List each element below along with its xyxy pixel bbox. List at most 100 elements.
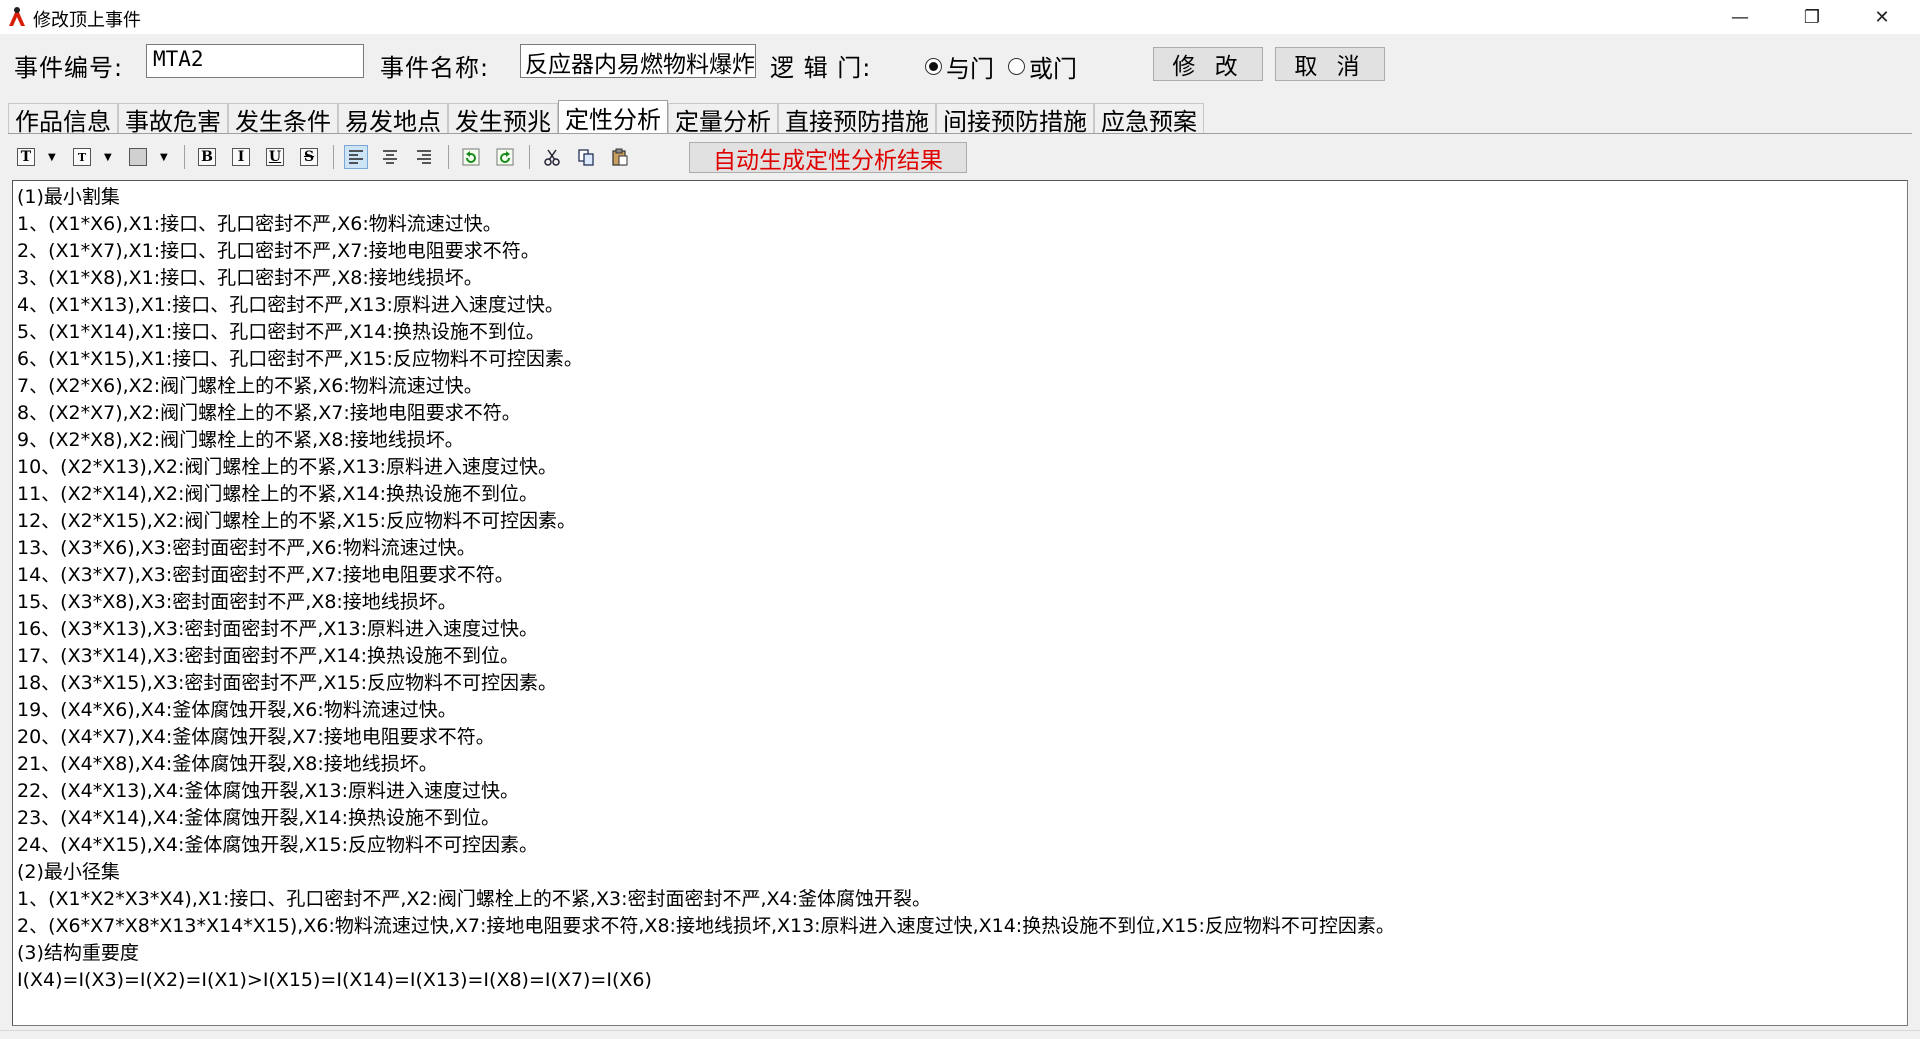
cut-icon	[544, 149, 560, 166]
editor-line: 10、(X2*X13),X2:阀门螺栓上的不紧,X13:原料进入速度过快。	[17, 456, 557, 478]
logic-gate-label: 逻 辑 门:	[770, 54, 872, 82]
copy-button[interactable]	[574, 145, 598, 169]
strikethrough-button[interactable]: S	[297, 145, 321, 169]
editor-line: 5、(X1*X14),X1:接口、孔口密封不严,X14:换热设施不到位。	[17, 321, 545, 343]
maximize-button[interactable]: ❐	[1782, 0, 1842, 34]
bold-icon: B	[198, 148, 216, 166]
cut-button[interactable]	[540, 145, 564, 169]
editor-line: 11、(X2*X14),X2:阀门螺栓上的不紧,X14:换热设施不到位。	[17, 483, 538, 505]
gate-or-label: 或门	[1029, 55, 1077, 83]
align-center-button[interactable]	[378, 145, 402, 169]
format-toolbar: T ▼ T ▼ ▼ B I U S	[14, 143, 642, 171]
cancel-button[interactable]: 取 消	[1275, 47, 1385, 81]
editor-line: 16、(X3*X13),X3:密封面密封不严,X13:原料进入速度过快。	[17, 618, 538, 640]
tab-indirect-prevention[interactable]: 间接预防措施	[936, 103, 1094, 136]
radio-selected-icon	[925, 58, 942, 75]
tab-quantitative-analysis[interactable]: 定量分析	[668, 103, 778, 136]
radio-unselected-icon	[1008, 58, 1025, 75]
tab-conditions[interactable]: 发生条件	[228, 103, 338, 136]
undo-button[interactable]	[459, 145, 483, 169]
fill-color-dropdown-icon[interactable]: ▼	[160, 152, 172, 163]
maximize-icon: ❐	[1803, 6, 1821, 28]
editor-line: 4、(X1*X13),X1:接口、孔口密封不严,X13:原料进入速度过快。	[17, 294, 564, 316]
tab-qualitative-analysis[interactable]: 定性分析	[558, 100, 668, 134]
editor-line: 8、(X2*X7),X2:阀门螺栓上的不紧,X7:接地电阻要求不符。	[17, 402, 521, 424]
editor-line: 14、(X3*X7),X3:密封面密封不严,X7:接地电阻要求不符。	[17, 564, 514, 586]
align-right-icon	[417, 150, 431, 164]
editor-line: 23、(X4*X14),X4:釜体腐蚀开裂,X14:换热设施不到位。	[17, 807, 500, 829]
toolbar-separator	[448, 145, 449, 169]
editor-line: 13、(X3*X6),X3:密封面密封不严,X6:物料流速过快。	[17, 537, 476, 559]
editor-line: I(X4)=I(X3)=I(X2)=I(X1)>I(X15)=I(X14)=I(…	[17, 969, 652, 991]
event-no-field[interactable]: MTA2	[146, 44, 364, 78]
analysis-text-editor[interactable]: (1)最小割集 1、(X1*X6),X1:接口、孔口密封不严,X6:物料流速过快。…	[12, 180, 1908, 1026]
editor-line: 9、(X2*X8),X2:阀门螺栓上的不紧,X8:接地线损坏。	[17, 429, 464, 451]
tab-divider	[8, 133, 1912, 134]
editor-line: 1、(X1*X6),X1:接口、孔口密封不严,X6:物料流速过快。	[17, 213, 502, 235]
gate-and-label: 与门	[946, 55, 994, 83]
close-icon: ✕	[1874, 6, 1890, 28]
tab-emergency-plan[interactable]: 应急预案	[1094, 103, 1204, 136]
editor-line: 2、(X1*X7),X1:接口、孔口密封不严,X7:接地电阻要求不符。	[17, 240, 540, 262]
redo-icon	[496, 148, 514, 166]
event-name-field[interactable]: 反应器内易燃物料爆炸	[520, 44, 756, 78]
undo-icon	[462, 148, 480, 166]
editor-line: 6、(X1*X15),X1:接口、孔口密封不严,X15:反应物料不可控因素。	[17, 348, 583, 370]
fill-color-button[interactable]	[126, 145, 150, 169]
editor-line: 15、(X3*X8),X3:密封面密封不严,X8:接地线损坏。	[17, 591, 457, 613]
paste-icon	[612, 148, 628, 166]
font-icon: T	[17, 148, 35, 166]
paste-button[interactable]	[608, 145, 632, 169]
editor-line: 7、(X2*X6),X2:阀门螺栓上的不紧,X6:物料流速过快。	[17, 375, 483, 397]
tab-direct-prevention[interactable]: 直接预防措施	[778, 103, 936, 136]
fill-color-icon	[129, 148, 147, 166]
copy-icon	[578, 149, 594, 166]
strikethrough-icon: S	[300, 148, 318, 166]
toolbar-separator	[529, 145, 530, 169]
align-left-button[interactable]	[344, 145, 368, 169]
editor-line: 2、(X6*X7*X8*X13*X14*X15),X6:物料流速过快,X7:接地…	[17, 915, 1395, 937]
close-button[interactable]: ✕	[1852, 0, 1912, 34]
minimize-button[interactable]: —	[1710, 0, 1770, 34]
tab-precursors[interactable]: 发生预兆	[448, 103, 558, 136]
italic-icon: I	[232, 148, 250, 166]
event-no-label: 事件编号:	[14, 54, 124, 82]
editor-line: (3)结构重要度	[17, 942, 139, 964]
toolbar-separator	[333, 145, 334, 169]
gate-or-radio[interactable]: 或门	[1008, 49, 1077, 84]
align-left-icon	[349, 150, 363, 164]
minimize-icon: —	[1731, 6, 1749, 28]
modify-button[interactable]: 修 改	[1153, 47, 1263, 81]
redo-button[interactable]	[493, 145, 517, 169]
tab-locations[interactable]: 易发地点	[338, 103, 448, 136]
gate-and-radio[interactable]: 与门	[925, 49, 994, 84]
app-icon	[9, 7, 25, 26]
window-title: 修改顶上事件	[33, 10, 141, 31]
align-center-icon	[383, 150, 397, 164]
font-button[interactable]: T	[14, 145, 38, 169]
editor-line: 20、(X4*X7),X4:釜体腐蚀开裂,X7:接地电阻要求不符。	[17, 726, 495, 748]
editor-line: 21、(X4*X8),X4:釜体腐蚀开裂,X8:接地线损坏。	[17, 753, 438, 775]
bold-button[interactable]: B	[195, 145, 219, 169]
align-right-button[interactable]	[412, 145, 436, 169]
tab-accident-hazard[interactable]: 事故危害	[118, 103, 228, 136]
underline-button[interactable]: U	[263, 145, 287, 169]
font-dropdown-icon[interactable]: ▼	[48, 152, 60, 163]
editor-line: 12、(X2*X15),X2:阀门螺栓上的不紧,X15:反应物料不可控因素。	[17, 510, 576, 532]
title-bar: 修改顶上事件 — ❐ ✕	[0, 0, 1920, 34]
tab-work-info[interactable]: 作品信息	[8, 103, 118, 136]
event-name-label: 事件名称:	[380, 54, 490, 82]
toolbar-separator	[184, 145, 185, 169]
tab-strip: 作品信息 事故危害 发生条件 易发地点 发生预兆 定性分析 定量分析 直接预防措…	[8, 100, 1204, 136]
editor-line: (2)最小径集	[17, 861, 120, 883]
font-size-button[interactable]: T	[70, 145, 94, 169]
editor-line: 1、(X1*X2*X3*X4),X1:接口、孔口密封不严,X2:阀门螺栓上的不紧…	[17, 888, 932, 910]
editor-line: 24、(X4*X15),X4:釜体腐蚀开裂,X15:反应物料不可控因素。	[17, 834, 538, 856]
editor-line: 3、(X1*X8),X1:接口、孔口密封不严,X8:接地线损坏。	[17, 267, 483, 289]
font-size-dropdown-icon[interactable]: ▼	[104, 152, 116, 163]
editor-line: 17、(X3*X14),X3:密封面密封不严,X14:换热设施不到位。	[17, 645, 519, 667]
italic-button[interactable]: I	[229, 145, 253, 169]
editor-line: 19、(X4*X6),X4:釜体腐蚀开裂,X6:物料流速过快。	[17, 699, 457, 721]
auto-generate-analysis-button[interactable]: 自动生成定性分析结果	[689, 142, 967, 174]
editor-line: (1)最小割集	[17, 186, 120, 208]
